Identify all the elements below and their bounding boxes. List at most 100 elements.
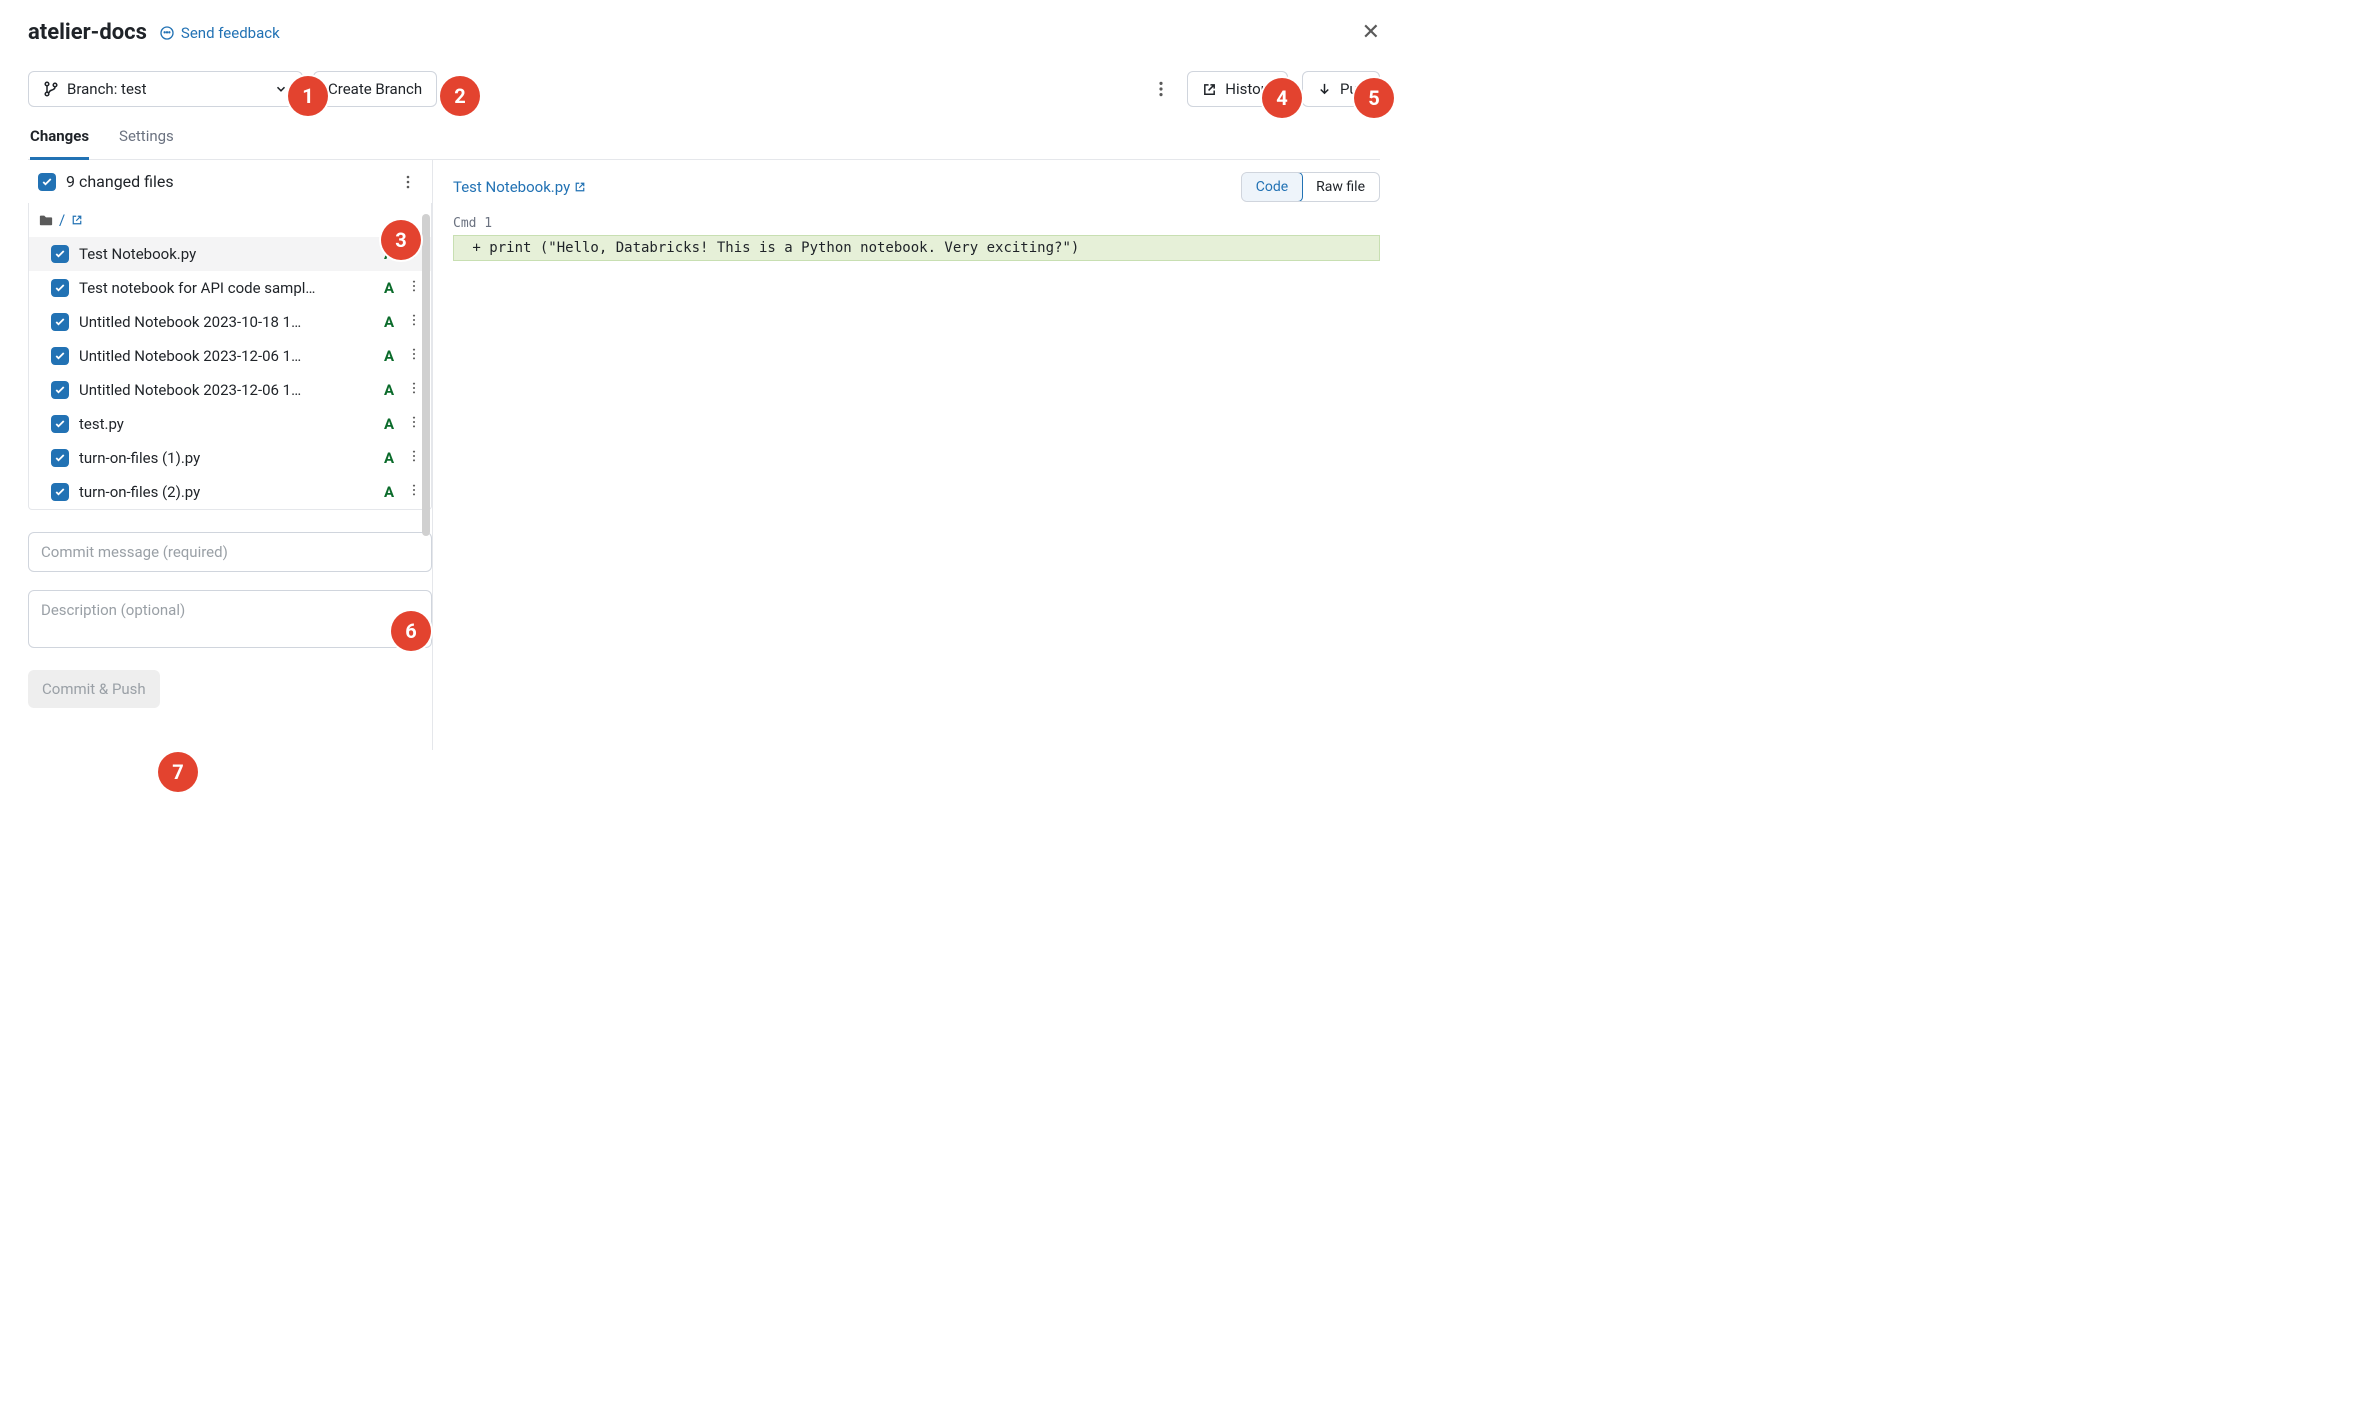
vertical-dots-icon [407, 381, 421, 395]
branch-label: Branch: test [67, 80, 147, 98]
more-menu-button[interactable] [1149, 80, 1173, 98]
file-row[interactable]: Untitled Notebook 2023-12-06 1… A [29, 339, 431, 373]
file-checkbox[interactable] [51, 279, 69, 297]
file-status: A [381, 449, 397, 467]
check-icon [54, 418, 66, 430]
view-raw-button[interactable]: Raw file [1302, 173, 1379, 201]
root-folder-row[interactable]: / [29, 203, 431, 237]
check-icon [41, 176, 53, 188]
send-feedback-link[interactable]: Send feedback [159, 24, 280, 42]
file-status: A [381, 313, 397, 331]
check-icon [54, 248, 66, 260]
check-icon [54, 486, 66, 498]
file-checkbox[interactable] [51, 313, 69, 331]
file-status: A [381, 279, 397, 297]
branch-icon [43, 81, 59, 97]
diff-added-line: + print ("Hello, Databricks! This is a P… [453, 235, 1380, 261]
main-area: 9 changed files / Test Notebook.pyATest … [28, 160, 1380, 750]
check-icon [54, 282, 66, 294]
tab-settings[interactable]: Settings [119, 117, 174, 159]
file-more-button[interactable] [407, 381, 421, 399]
tabs: Changes Settings [28, 117, 1380, 160]
file-checkbox[interactable] [51, 347, 69, 365]
commit-push-button[interactable]: Commit & Push [28, 670, 160, 708]
diff-file-link[interactable]: Test Notebook.py [453, 178, 586, 196]
check-icon [54, 316, 66, 328]
file-more-button[interactable] [407, 279, 421, 297]
view-code-button[interactable]: Code [1241, 172, 1303, 202]
repo-title: atelier-docs [28, 20, 147, 45]
file-name: test.py [79, 415, 371, 433]
file-more-button[interactable] [407, 415, 421, 433]
annotation-7: 7 [158, 752, 198, 792]
file-row[interactable]: test.py A [29, 407, 431, 441]
file-row[interactable]: Untitled Notebook 2023-12-06 1…A [29, 373, 431, 407]
create-branch-button[interactable]: Create Branch [313, 71, 437, 107]
file-row[interactable]: Untitled Notebook 2023-10-18 1…A [29, 305, 431, 339]
file-checkbox[interactable] [51, 449, 69, 467]
external-link-icon [574, 181, 586, 193]
file-status: A [381, 347, 397, 365]
file-tree: / Test Notebook.pyATest notebook for API… [28, 203, 432, 510]
file-checkbox[interactable] [51, 245, 69, 263]
file-status: A [381, 483, 397, 501]
file-checkbox[interactable] [51, 483, 69, 501]
file-name: turn-on-files (2).py [79, 483, 371, 501]
header: atelier-docs Send feedback ✕ [28, 20, 1380, 45]
file-more-button[interactable] [407, 449, 421, 467]
view-toggle: Code Raw file [1241, 172, 1380, 202]
select-all-checkbox[interactable] [38, 173, 56, 191]
changes-summary-text: 9 changed files [66, 172, 174, 191]
diff-panel: Test Notebook.py Code Raw file Cmd 1 + p… [433, 160, 1380, 750]
annotation-4: 4 [1262, 78, 1302, 118]
vertical-dots-icon [407, 483, 421, 497]
branch-selector[interactable]: Branch: test [28, 71, 303, 107]
send-feedback-label: Send feedback [181, 24, 280, 42]
file-row[interactable]: turn-on-files (2).py A [29, 475, 431, 509]
vertical-dots-icon [407, 347, 421, 361]
folder-icon [39, 213, 53, 227]
file-name: Test Notebook.py [79, 245, 371, 263]
file-row[interactable]: Test Notebook.pyA [29, 237, 431, 271]
arrow-down-icon [1317, 82, 1332, 97]
annotation-3: 3 [381, 220, 421, 260]
close-icon[interactable]: ✕ [1362, 20, 1380, 45]
file-checkbox[interactable] [51, 381, 69, 399]
check-icon [54, 350, 66, 362]
external-link-icon [1202, 82, 1217, 97]
check-icon [54, 384, 66, 396]
annotation-6: 6 [391, 611, 431, 651]
file-more-button[interactable] [407, 483, 421, 501]
root-path: / [59, 211, 65, 229]
diff-cmd-label: Cmd 1 [453, 216, 1380, 231]
file-status: A [381, 381, 397, 399]
file-more-button[interactable] [407, 313, 421, 331]
changes-summary-row: 9 changed files [28, 160, 432, 203]
file-name: Untitled Notebook 2023-12-06 1… [79, 347, 371, 365]
file-more-button[interactable] [407, 347, 421, 365]
vertical-dots-icon [407, 449, 421, 463]
external-link-icon [71, 214, 83, 226]
check-icon [54, 452, 66, 464]
file-status: A [381, 415, 397, 433]
scrollbar[interactable] [422, 214, 430, 536]
chevron-down-icon [274, 82, 288, 96]
vertical-dots-icon [407, 313, 421, 327]
commit-message-input[interactable] [28, 532, 432, 572]
file-name: Test notebook for API code sampl… [79, 279, 371, 297]
file-name: turn-on-files (1).py [79, 449, 371, 467]
vertical-dots-icon [407, 415, 421, 429]
annotation-1: 1 [288, 76, 328, 116]
annotation-2: 2 [440, 76, 480, 116]
file-row[interactable]: turn-on-files (1).py A [29, 441, 431, 475]
vertical-dots-icon [1152, 80, 1170, 98]
changes-more-button[interactable] [396, 174, 420, 190]
file-row[interactable]: Test notebook for API code sampl… A [29, 271, 431, 305]
commit-area: Commit & Push [28, 510, 432, 708]
commit-description-input[interactable] [28, 590, 432, 648]
tab-changes[interactable]: Changes [30, 117, 89, 160]
vertical-dots-icon [407, 279, 421, 293]
annotation-5: 5 [1354, 78, 1394, 118]
file-checkbox[interactable] [51, 415, 69, 433]
toolbar: Branch: test Create Branch History Pull [28, 71, 1380, 107]
